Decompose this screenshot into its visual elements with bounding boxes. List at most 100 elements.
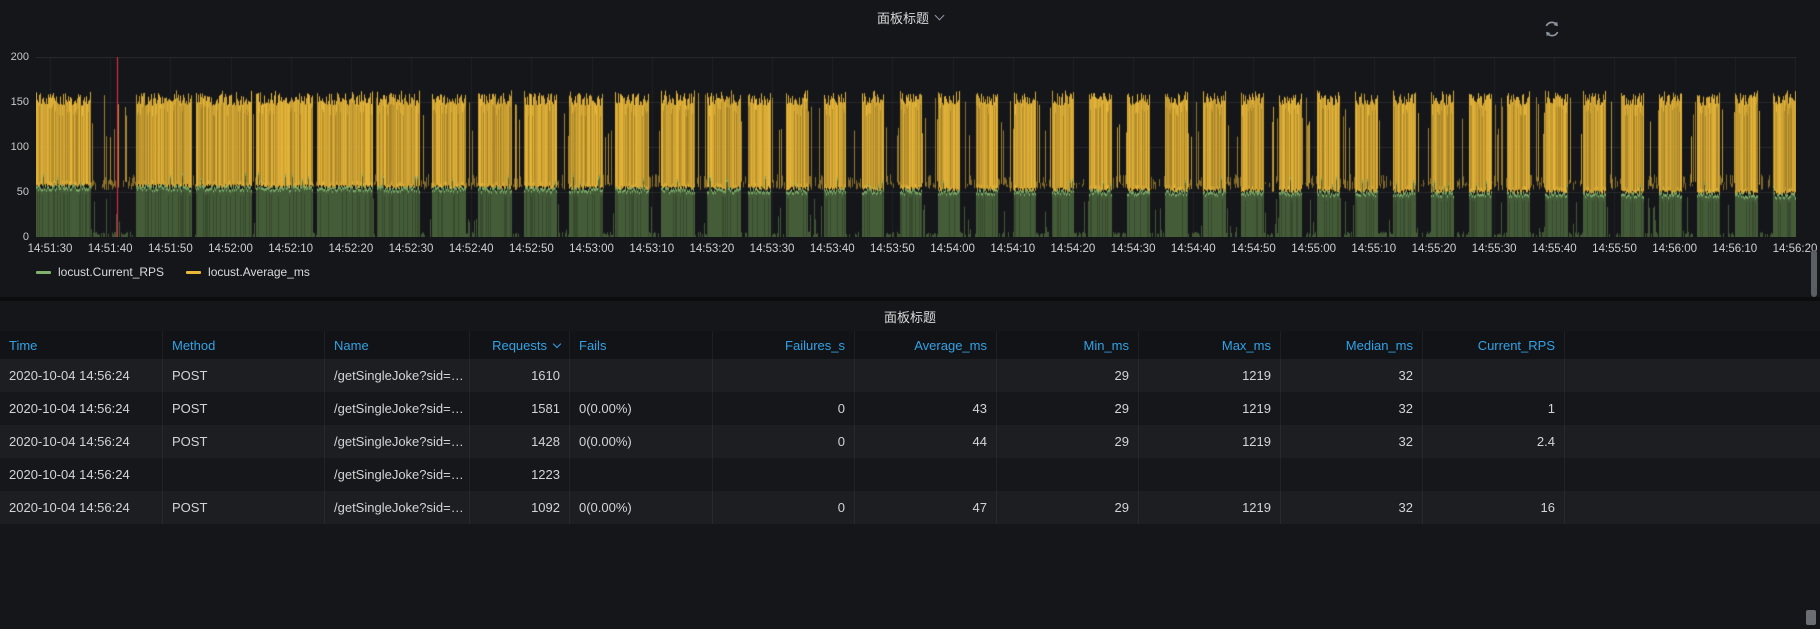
column-header-label: Median_ms bbox=[1345, 337, 1413, 353]
column-header-label: Method bbox=[172, 337, 216, 353]
x-tick-14:55:00: 14:55:00 bbox=[1291, 243, 1336, 255]
x-tick-14:54:30: 14:54:30 bbox=[1110, 243, 1156, 255]
table-row-1: 2020-10-04 14:56:24 POST/getSingleJoke?si… bbox=[0, 359, 1820, 392]
page-scrollbar-thumb[interactable] bbox=[1811, 250, 1817, 297]
column-header-label: Time bbox=[9, 337, 38, 353]
column-header-name[interactable]: Name bbox=[325, 331, 470, 359]
cell-current-rps: 16 bbox=[1423, 491, 1565, 524]
row-filler bbox=[1565, 425, 1820, 458]
graph-panel-title[interactable]: 面板标题 bbox=[876, 8, 945, 27]
column-header-median-ms[interactable]: Median_ms bbox=[1281, 331, 1423, 359]
cell-time: 2020-10-04 14:56:24 bbox=[0, 458, 163, 491]
refresh-button[interactable] bbox=[1541, 19, 1563, 41]
cell-fails: 0(0.00%) bbox=[570, 491, 713, 524]
column-header-fails[interactable]: Fails bbox=[570, 331, 713, 359]
cell-requests: 1428 bbox=[470, 425, 570, 458]
legend-swatch-icon bbox=[36, 270, 51, 274]
y-tick-150: 150 bbox=[10, 96, 29, 108]
row-filler bbox=[1565, 458, 1820, 491]
x-tick-14:52:40: 14:52:40 bbox=[448, 243, 494, 255]
x-tick-14:52:20: 14:52:20 bbox=[328, 243, 374, 255]
table: Time Method Name Requests Fails Failures_s Ave… bbox=[0, 331, 1820, 524]
cell-method: POST bbox=[163, 425, 325, 458]
cell-fails: 0(0.00%) bbox=[570, 425, 713, 458]
cell-time: 2020-10-04 14:56:24 bbox=[0, 359, 163, 392]
cell-requests: 1581 bbox=[470, 392, 570, 425]
legend-label: locust.Current_RPS bbox=[58, 265, 165, 279]
cell-name: /getSingleJoke?sid=… bbox=[325, 491, 470, 524]
cell-max-ms bbox=[1139, 458, 1281, 491]
column-header-label: Current_RPS bbox=[1477, 337, 1555, 353]
legend-item-locust.Average_ms[interactable]: locust.Average_ms bbox=[186, 265, 310, 279]
x-tick-14:52:10: 14:52:10 bbox=[268, 243, 314, 255]
cell-fails bbox=[570, 458, 713, 491]
x-tick-14:55:40: 14:55:40 bbox=[1531, 243, 1577, 255]
table-row-4: 2020-10-04 14:56:24/getSingleJoke?sid=… 1… bbox=[0, 458, 1820, 491]
cell-method bbox=[163, 458, 325, 491]
cell-current-rps: 2.4 bbox=[1423, 425, 1565, 458]
column-header-label: Requests bbox=[492, 337, 547, 353]
column-header-requests[interactable]: Requests bbox=[470, 331, 570, 359]
column-header-label: Name bbox=[334, 337, 369, 353]
column-header-max-ms[interactable]: Max_ms bbox=[1139, 331, 1281, 359]
column-header-method[interactable]: Method bbox=[163, 331, 325, 359]
x-tick-14:56:10: 14:56:10 bbox=[1712, 243, 1758, 255]
cell-requests: 1092 bbox=[470, 491, 570, 524]
x-tick-14:55:10: 14:55:10 bbox=[1351, 243, 1397, 255]
cell-fails bbox=[570, 359, 713, 392]
cell-failures-s: 0 bbox=[713, 392, 855, 425]
y-tick-200: 200 bbox=[10, 51, 29, 63]
x-tick-14:55:20: 14:55:20 bbox=[1411, 243, 1457, 255]
cell-method: POST bbox=[163, 392, 325, 425]
cell-current-rps bbox=[1423, 458, 1565, 491]
x-tick-14:52:50: 14:52:50 bbox=[508, 243, 554, 255]
cell-requests: 1610 bbox=[470, 359, 570, 392]
cell-min-ms: 29 bbox=[997, 425, 1139, 458]
legend-label: locust.Average_ms bbox=[208, 265, 310, 279]
table-header-row: Time Method Name Requests Fails Failures_s Ave… bbox=[0, 331, 1820, 359]
x-tick-14:53:40: 14:53:40 bbox=[809, 243, 855, 255]
cell-method: POST bbox=[163, 359, 325, 392]
column-header-current-rps[interactable]: Current_RPS bbox=[1423, 331, 1565, 359]
x-tick-14:56:00: 14:56:00 bbox=[1652, 243, 1698, 255]
x-tick-14:51:40: 14:51:40 bbox=[87, 243, 133, 255]
cell-name: /getSingleJoke?sid=… bbox=[325, 392, 470, 425]
graph-panel-title-text: 面板标题 bbox=[876, 10, 929, 26]
cell-median-ms: 32 bbox=[1281, 392, 1423, 425]
cell-max-ms: 1219 bbox=[1139, 491, 1281, 524]
cell-failures-s: 0 bbox=[713, 491, 855, 524]
cell-max-ms: 1219 bbox=[1139, 425, 1281, 458]
column-header-average-ms[interactable]: Average_ms bbox=[855, 331, 997, 359]
table-row-3: 2020-10-04 14:56:24 POST/getSingleJoke?si… bbox=[0, 425, 1820, 458]
x-tick-14:51:50: 14:51:50 bbox=[147, 243, 193, 255]
column-header-label: Max_ms bbox=[1221, 337, 1271, 353]
table-panel-title-text: 面板标题 bbox=[883, 309, 936, 325]
cell-average-ms: 47 bbox=[855, 491, 997, 524]
cell-time: 2020-10-04 14:56:24 bbox=[0, 491, 163, 524]
scrollbar-corner-handle[interactable] bbox=[1806, 610, 1816, 625]
cell-average-ms bbox=[855, 359, 997, 392]
x-tick-14:55:50: 14:55:50 bbox=[1592, 243, 1637, 255]
column-header-min-ms[interactable]: Min_ms bbox=[997, 331, 1139, 359]
x-tick-14:51:30: 14:51:30 bbox=[27, 243, 73, 255]
legend-item-locust.Current_RPS[interactable]: locust.Current_RPS bbox=[36, 265, 164, 279]
column-header-time[interactable]: Time bbox=[0, 331, 163, 359]
cell-failures-s: 0 bbox=[713, 425, 855, 458]
row-filler bbox=[1565, 392, 1820, 425]
graph-canvas[interactable] bbox=[36, 57, 1796, 237]
table-panel-header: 面板标题 bbox=[0, 301, 1820, 331]
column-header-failures-s[interactable]: Failures_s bbox=[713, 331, 855, 359]
cell-current-rps bbox=[1423, 359, 1565, 392]
column-header-label: Min_ms bbox=[1083, 337, 1129, 353]
column-header-label: Average_ms bbox=[914, 337, 987, 353]
chevron-down-icon bbox=[934, 10, 945, 20]
cell-min-ms: 29 bbox=[997, 392, 1139, 425]
graph-panel: 面板标题 0 50 100 150 200 14:51:30 14:51:40 14:51:… bbox=[0, 0, 1820, 297]
cell-median-ms bbox=[1281, 458, 1423, 491]
row-filler bbox=[1565, 491, 1820, 524]
cell-name: /getSingleJoke?sid=… bbox=[325, 425, 470, 458]
table-row-2: 2020-10-04 14:56:24 POST/getSingleJoke?si… bbox=[0, 392, 1820, 425]
table-panel-title[interactable]: 面板标题 bbox=[884, 307, 936, 326]
sort-caret-icon bbox=[552, 339, 562, 348]
row-filler bbox=[1565, 359, 1820, 392]
